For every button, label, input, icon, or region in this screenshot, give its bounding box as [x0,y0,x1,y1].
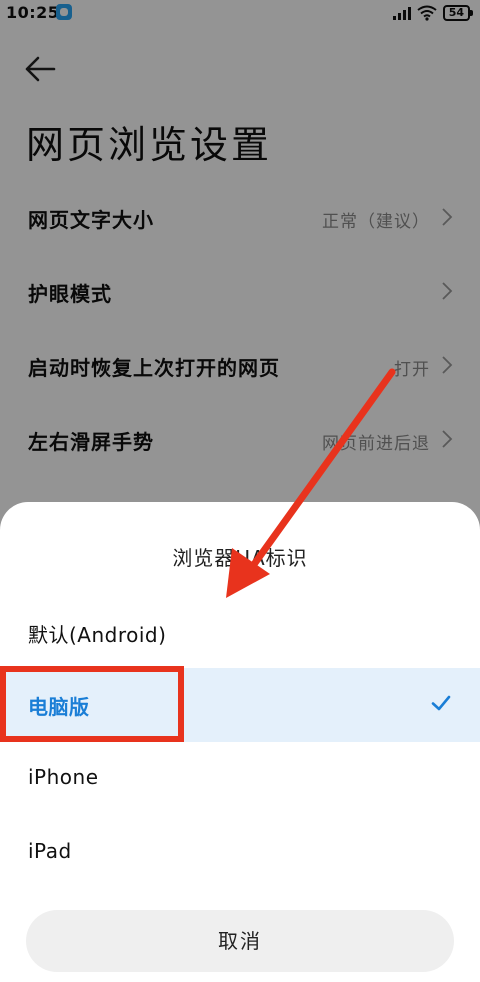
sheet-title: 浏览器UA标识 [172,546,308,570]
annotation-highlight-box [0,666,184,742]
ua-bottom-sheet: 浏览器UA标识 默认(Android) 电脑版 iPhone iPad 取消 [0,502,480,982]
option-label: iPhone [28,765,99,789]
ua-option-ipad[interactable]: iPad [0,816,480,890]
ua-option-iphone[interactable]: iPhone [0,742,480,816]
ua-option-android[interactable]: 默认(Android) [0,596,480,670]
option-label: 默认(Android) [28,623,167,647]
checkmark-icon [431,695,451,711]
cancel-button[interactable]: 取消 [26,910,454,972]
option-label: iPad [28,839,72,863]
